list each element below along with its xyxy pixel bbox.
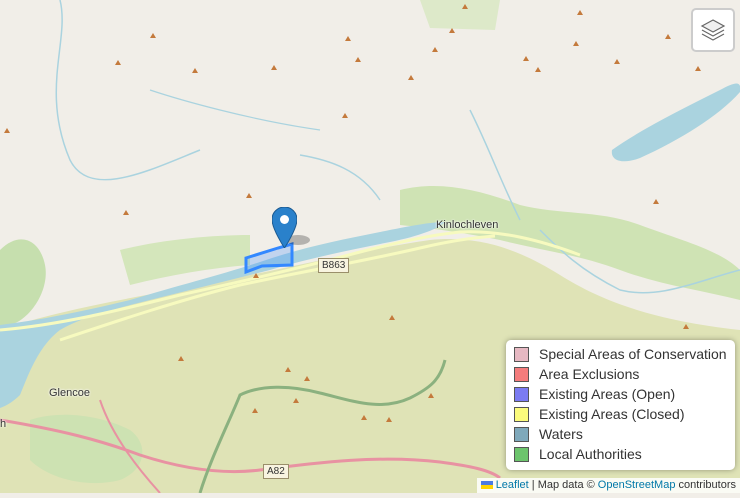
legend-item-local-authorities: Local Authorities — [514, 444, 729, 464]
attribution-contributors: contributors — [678, 479, 736, 491]
legend-label: Special Areas of Conservation — [539, 346, 727, 362]
legend-swatch — [514, 346, 529, 362]
map-legend: Special Areas of Conservation Area Exclu… — [506, 340, 735, 470]
legend-swatch — [514, 426, 529, 442]
place-label-kinlochleven: Kinlochleven — [436, 219, 499, 231]
legend-swatch — [514, 366, 529, 382]
legend-label: Existing Areas (Open) — [539, 386, 676, 402]
openstreetmap-link[interactable]: OpenStreetMap — [598, 479, 676, 491]
legend-swatch — [514, 446, 529, 462]
legend-label: Existing Areas (Closed) — [539, 406, 685, 422]
map-attribution: Leaflet | Map data © OpenStreetMap contr… — [476, 478, 740, 493]
layers-control-button[interactable] — [691, 8, 735, 52]
attribution-separator: | Map data © — [531, 479, 595, 491]
legend-swatch — [514, 406, 529, 422]
legend-item-waters: Waters — [514, 424, 729, 444]
place-label-glencoe: Glencoe — [49, 387, 90, 399]
ukraine-flag-icon — [480, 481, 493, 490]
legend-item-special-areas: Special Areas of Conservation — [514, 344, 729, 364]
legend-swatch — [514, 386, 529, 402]
legend-item-existing-closed: Existing Areas (Closed) — [514, 404, 729, 424]
layers-icon — [700, 19, 726, 41]
legend-label: Waters — [539, 426, 583, 442]
road-label-b863: B863 — [318, 258, 350, 273]
legend-label: Local Authorities — [539, 446, 642, 462]
map-marker-icon[interactable] — [272, 207, 297, 248]
road-label-a82: A82 — [263, 464, 289, 479]
place-label-edge: h — [0, 418, 7, 430]
legend-item-area-exclusions: Area Exclusions — [514, 364, 729, 384]
legend-label: Area Exclusions — [539, 366, 640, 382]
legend-item-existing-open: Existing Areas (Open) — [514, 384, 729, 404]
leaflet-link[interactable]: Leaflet — [496, 479, 529, 491]
